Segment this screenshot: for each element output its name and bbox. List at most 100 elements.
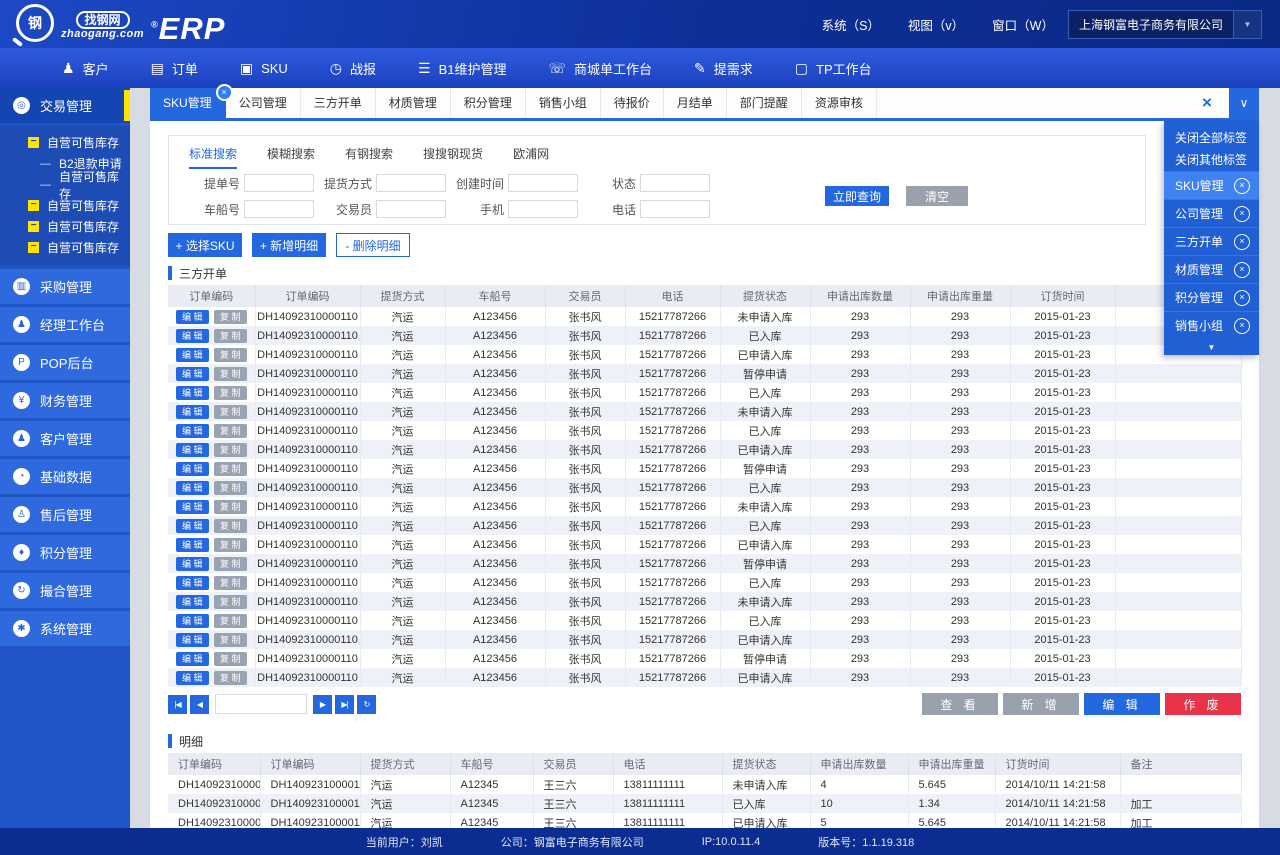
- next-page-icon[interactable]: ▶: [313, 695, 332, 714]
- top-menu-view[interactable]: 视图（v）: [908, 15, 964, 34]
- dropdown-tab-third-party-order[interactable]: 三方开单×: [1164, 227, 1259, 255]
- search-tab-fuzzy[interactable]: 模糊搜索: [267, 145, 315, 169]
- menu-item-customers[interactable]: ♟客户: [62, 59, 109, 78]
- row-edit-button[interactable]: 编 辑: [176, 424, 209, 438]
- table-row[interactable]: DH14092310000110DH14092310000110汽运A12345…: [168, 794, 1241, 813]
- row-edit-button[interactable]: 编 辑: [176, 405, 209, 419]
- sidebar-subitem[interactable]: −自营可售库存: [0, 132, 130, 153]
- close-all-tabs[interactable]: 关闭全部标签: [1164, 127, 1259, 149]
- chevron-down-icon[interactable]: ∨: [1229, 88, 1259, 118]
- row-copy-button[interactable]: 复 制: [214, 633, 247, 647]
- close-icon[interactable]: ×: [1234, 318, 1250, 334]
- row-copy-button[interactable]: 复 制: [214, 424, 247, 438]
- row-copy-button[interactable]: 复 制: [214, 652, 247, 666]
- row-edit-button[interactable]: 编 辑: [176, 310, 209, 324]
- close-icon[interactable]: ×: [1234, 178, 1250, 194]
- table-row[interactable]: 编 辑复 制DH14092310000110汽运A123456张书风152177…: [168, 573, 1241, 592]
- table-row[interactable]: 编 辑复 制DH14092310000110汽运A123456张书风152177…: [168, 592, 1241, 611]
- sidebar-subitem[interactable]: —自营可售库存: [0, 174, 130, 195]
- row-edit-button[interactable]: 编 辑: [176, 443, 209, 457]
- row-edit-button[interactable]: 编 辑: [176, 462, 209, 476]
- search-tab-yougang[interactable]: 有钢搜索: [345, 145, 393, 169]
- row-edit-button[interactable]: 编 辑: [176, 500, 209, 514]
- row-copy-button[interactable]: 复 制: [214, 614, 247, 628]
- tab-dept-reminder[interactable]: 部门提醒: [727, 88, 802, 118]
- tab-company-mgmt[interactable]: 公司管理: [226, 88, 301, 118]
- search-input-mobile[interactable]: [508, 200, 578, 218]
- dropdown-tab-points-mgmt[interactable]: 积分管理×: [1164, 283, 1259, 311]
- table-row[interactable]: 编 辑复 制DH14092310000110汽运A123456张书风152177…: [168, 421, 1241, 440]
- close-icon[interactable]: ×: [1234, 290, 1250, 306]
- row-copy-button[interactable]: 复 制: [214, 348, 247, 362]
- void-button[interactable]: 作 废: [1165, 693, 1241, 715]
- caret-down-icon[interactable]: ▼: [1233, 11, 1261, 38]
- row-copy-button[interactable]: 复 制: [214, 405, 247, 419]
- tab-resource-audit[interactable]: 资源审核: [802, 88, 877, 118]
- table-row[interactable]: DH14092310000110DH14092310000110汽运A12345…: [168, 775, 1241, 794]
- search-input-create-time[interactable]: [508, 174, 578, 192]
- row-copy-button[interactable]: 复 制: [214, 386, 247, 400]
- row-copy-button[interactable]: 复 制: [214, 329, 247, 343]
- close-icon[interactable]: ×: [1234, 234, 1250, 250]
- table-row[interactable]: 编 辑复 制DH14092310000110汽运A123456张书风152177…: [168, 554, 1241, 573]
- row-copy-button[interactable]: 复 制: [214, 595, 247, 609]
- row-edit-button[interactable]: 编 辑: [176, 367, 209, 381]
- menu-item-orders[interactable]: ▤订单: [151, 59, 198, 78]
- row-copy-button[interactable]: 复 制: [214, 538, 247, 552]
- sidebar-item-pop-admin[interactable]: PPOP后台: [0, 345, 130, 380]
- row-edit-button[interactable]: 编 辑: [176, 633, 209, 647]
- row-edit-button[interactable]: 编 辑: [176, 329, 209, 343]
- row-copy-button[interactable]: 复 制: [214, 443, 247, 457]
- dropdown-tab-company-mgmt[interactable]: 公司管理×: [1164, 199, 1259, 227]
- table-row[interactable]: 编 辑复 制DH14092310000110汽运A123456张书风152177…: [168, 516, 1241, 535]
- sidebar-subitem[interactable]: −自营可售库存: [0, 237, 130, 258]
- sidebar-item-points[interactable]: ♦积分管理: [0, 535, 130, 570]
- table-row[interactable]: 编 辑复 制DH14092310000110汽运A123456张书风152177…: [168, 345, 1241, 364]
- table-row[interactable]: 编 辑复 制DH14092310000110汽运A123456张书风152177…: [168, 402, 1241, 421]
- search-input-delivery-mode[interactable]: [376, 174, 446, 192]
- row-edit-button[interactable]: 编 辑: [176, 348, 209, 362]
- search-tab-standard[interactable]: 标准搜索: [189, 145, 237, 169]
- row-edit-button[interactable]: 编 辑: [176, 652, 209, 666]
- row-edit-button[interactable]: 编 辑: [176, 557, 209, 571]
- table-row[interactable]: 编 辑复 制DH14092310000110汽运A123456张书风152177…: [168, 440, 1241, 459]
- query-button[interactable]: 立即查询: [825, 186, 889, 206]
- row-edit-button[interactable]: 编 辑: [176, 519, 209, 533]
- row-edit-button[interactable]: 编 辑: [176, 614, 209, 628]
- sidebar-item-after-sale[interactable]: ♙售后管理: [0, 497, 130, 532]
- table-row[interactable]: 编 辑复 制DH14092310000110汽运A123456张书风152177…: [168, 497, 1241, 516]
- table-row[interactable]: 编 辑复 制DH14092310000110汽运A123456张书风152177…: [168, 535, 1241, 554]
- close-icon[interactable]: ×: [1234, 262, 1250, 278]
- sidebar-item-base-data[interactable]: ◔基础数据: [0, 459, 130, 494]
- menu-item-b1-maintenance[interactable]: ☰B1维护管理: [418, 59, 506, 78]
- menu-item-tp-workbench[interactable]: ▢TP工作台: [795, 59, 872, 78]
- clear-button[interactable]: 清空: [906, 186, 968, 206]
- row-copy-button[interactable]: 复 制: [214, 500, 247, 514]
- refresh-icon[interactable]: ↻: [357, 695, 376, 714]
- tab-sku-mgmt[interactable]: SKU管理×: [150, 88, 226, 118]
- search-tab-oupu[interactable]: 欧浦网: [513, 145, 549, 169]
- table-row[interactable]: 编 辑复 制DH14092310000110汽运A123456张书风152177…: [168, 326, 1241, 345]
- row-copy-button[interactable]: 复 制: [214, 519, 247, 533]
- search-input-status[interactable]: [640, 174, 710, 192]
- sidebar-item-manager-workbench[interactable]: ♟经理工作台: [0, 307, 130, 342]
- table-row[interactable]: 编 辑复 制DH14092310000110汽运A123456张书风152177…: [168, 307, 1241, 326]
- sidebar-item-system-mgmt[interactable]: ✱系统管理: [0, 611, 130, 646]
- close-icon[interactable]: ×: [216, 84, 233, 101]
- row-edit-button[interactable]: 编 辑: [176, 595, 209, 609]
- dropdown-tab-material-mgmt[interactable]: 材质管理×: [1164, 255, 1259, 283]
- table-row[interactable]: 编 辑复 制DH14092310000110汽运A123456张书风152177…: [168, 383, 1241, 402]
- sidebar-subitem[interactable]: −自营可售库存: [0, 216, 130, 237]
- tab-third-party-order[interactable]: 三方开单: [301, 88, 376, 118]
- view-button[interactable]: 查 看: [922, 693, 998, 715]
- caret-down-icon[interactable]: ▼: [1164, 339, 1259, 352]
- tab-material-mgmt[interactable]: 材质管理: [376, 88, 451, 118]
- table-row[interactable]: 编 辑复 制DH14092310000110汽运A123456张书风152177…: [168, 478, 1241, 497]
- sidebar-item-purchase[interactable]: ▥采购管理: [0, 269, 130, 304]
- top-menu-system[interactable]: 系统（S）: [822, 15, 880, 34]
- sidebar-item-trade[interactable]: ◎交易管理: [0, 88, 130, 123]
- row-copy-button[interactable]: 复 制: [214, 367, 247, 381]
- first-page-icon[interactable]: |◀: [168, 695, 187, 714]
- add-button[interactable]: 新 增: [1003, 693, 1079, 715]
- search-input-phone[interactable]: [640, 200, 710, 218]
